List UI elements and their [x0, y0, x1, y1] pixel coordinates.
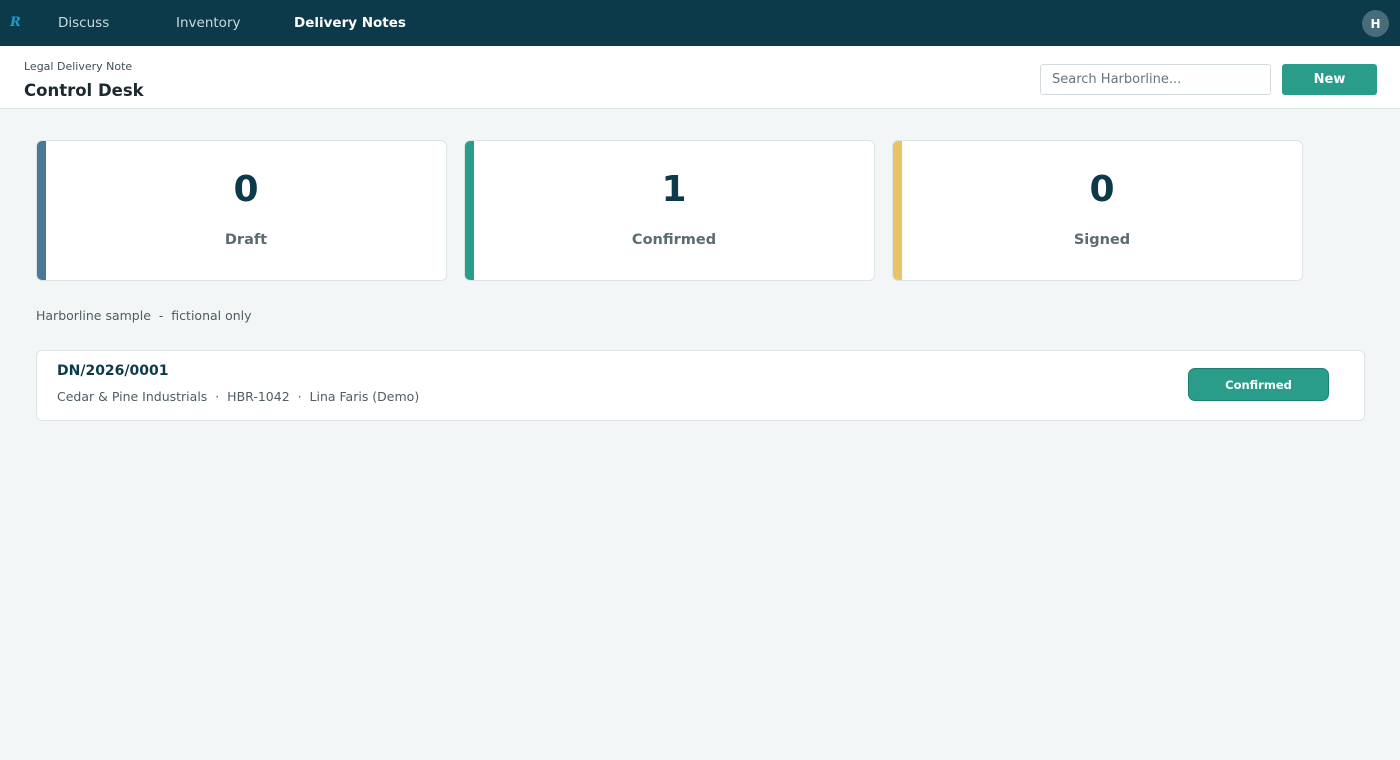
- stat-count: 1: [661, 169, 687, 210]
- delivery-note-row[interactable]: DN/2026/0001 Cedar & Pine Industrials · …: [36, 350, 1365, 421]
- stat-card-signed[interactable]: 0 Signed: [892, 140, 1303, 281]
- top-navbar: R Discuss Inventory Delivery Notes H: [0, 0, 1400, 46]
- stat-count: 0: [233, 169, 259, 210]
- stat-card-confirmed[interactable]: 1 Confirmed: [464, 140, 875, 281]
- stat-label: Confirmed: [631, 232, 717, 248]
- delivery-note-reference[interactable]: DN/2026/0001: [57, 363, 169, 379]
- nav-item-inventory[interactable]: Inventory: [176, 0, 240, 46]
- status-badge[interactable]: Confirmed: [1188, 368, 1329, 401]
- nav-item-discuss[interactable]: Discuss: [58, 0, 109, 46]
- new-button[interactable]: New: [1282, 64, 1377, 95]
- delivery-note-meta: Cedar & Pine Industrials · HBR-1042 · Li…: [57, 389, 420, 404]
- sample-disclaimer: Harborline sample - fictional only: [36, 308, 252, 323]
- stat-label: Draft: [224, 232, 268, 248]
- stat-count: 0: [1089, 169, 1115, 210]
- nav-item-delivery-notes[interactable]: Delivery Notes: [294, 0, 406, 46]
- user-avatar[interactable]: H: [1362, 10, 1389, 37]
- stat-accent-bar: [37, 141, 46, 280]
- stat-accent-bar: [893, 141, 902, 280]
- search-input[interactable]: [1040, 64, 1271, 95]
- page-header: Legal Delivery Note Control Desk New: [0, 46, 1400, 109]
- stat-card-draft[interactable]: 0 Draft: [36, 140, 447, 281]
- app-logo-icon[interactable]: R: [10, 13, 38, 33]
- page-title: Control Desk: [24, 81, 144, 100]
- stat-accent-bar: [465, 141, 474, 280]
- breadcrumb[interactable]: Legal Delivery Note: [24, 60, 132, 73]
- stat-label: Signed: [1073, 232, 1131, 248]
